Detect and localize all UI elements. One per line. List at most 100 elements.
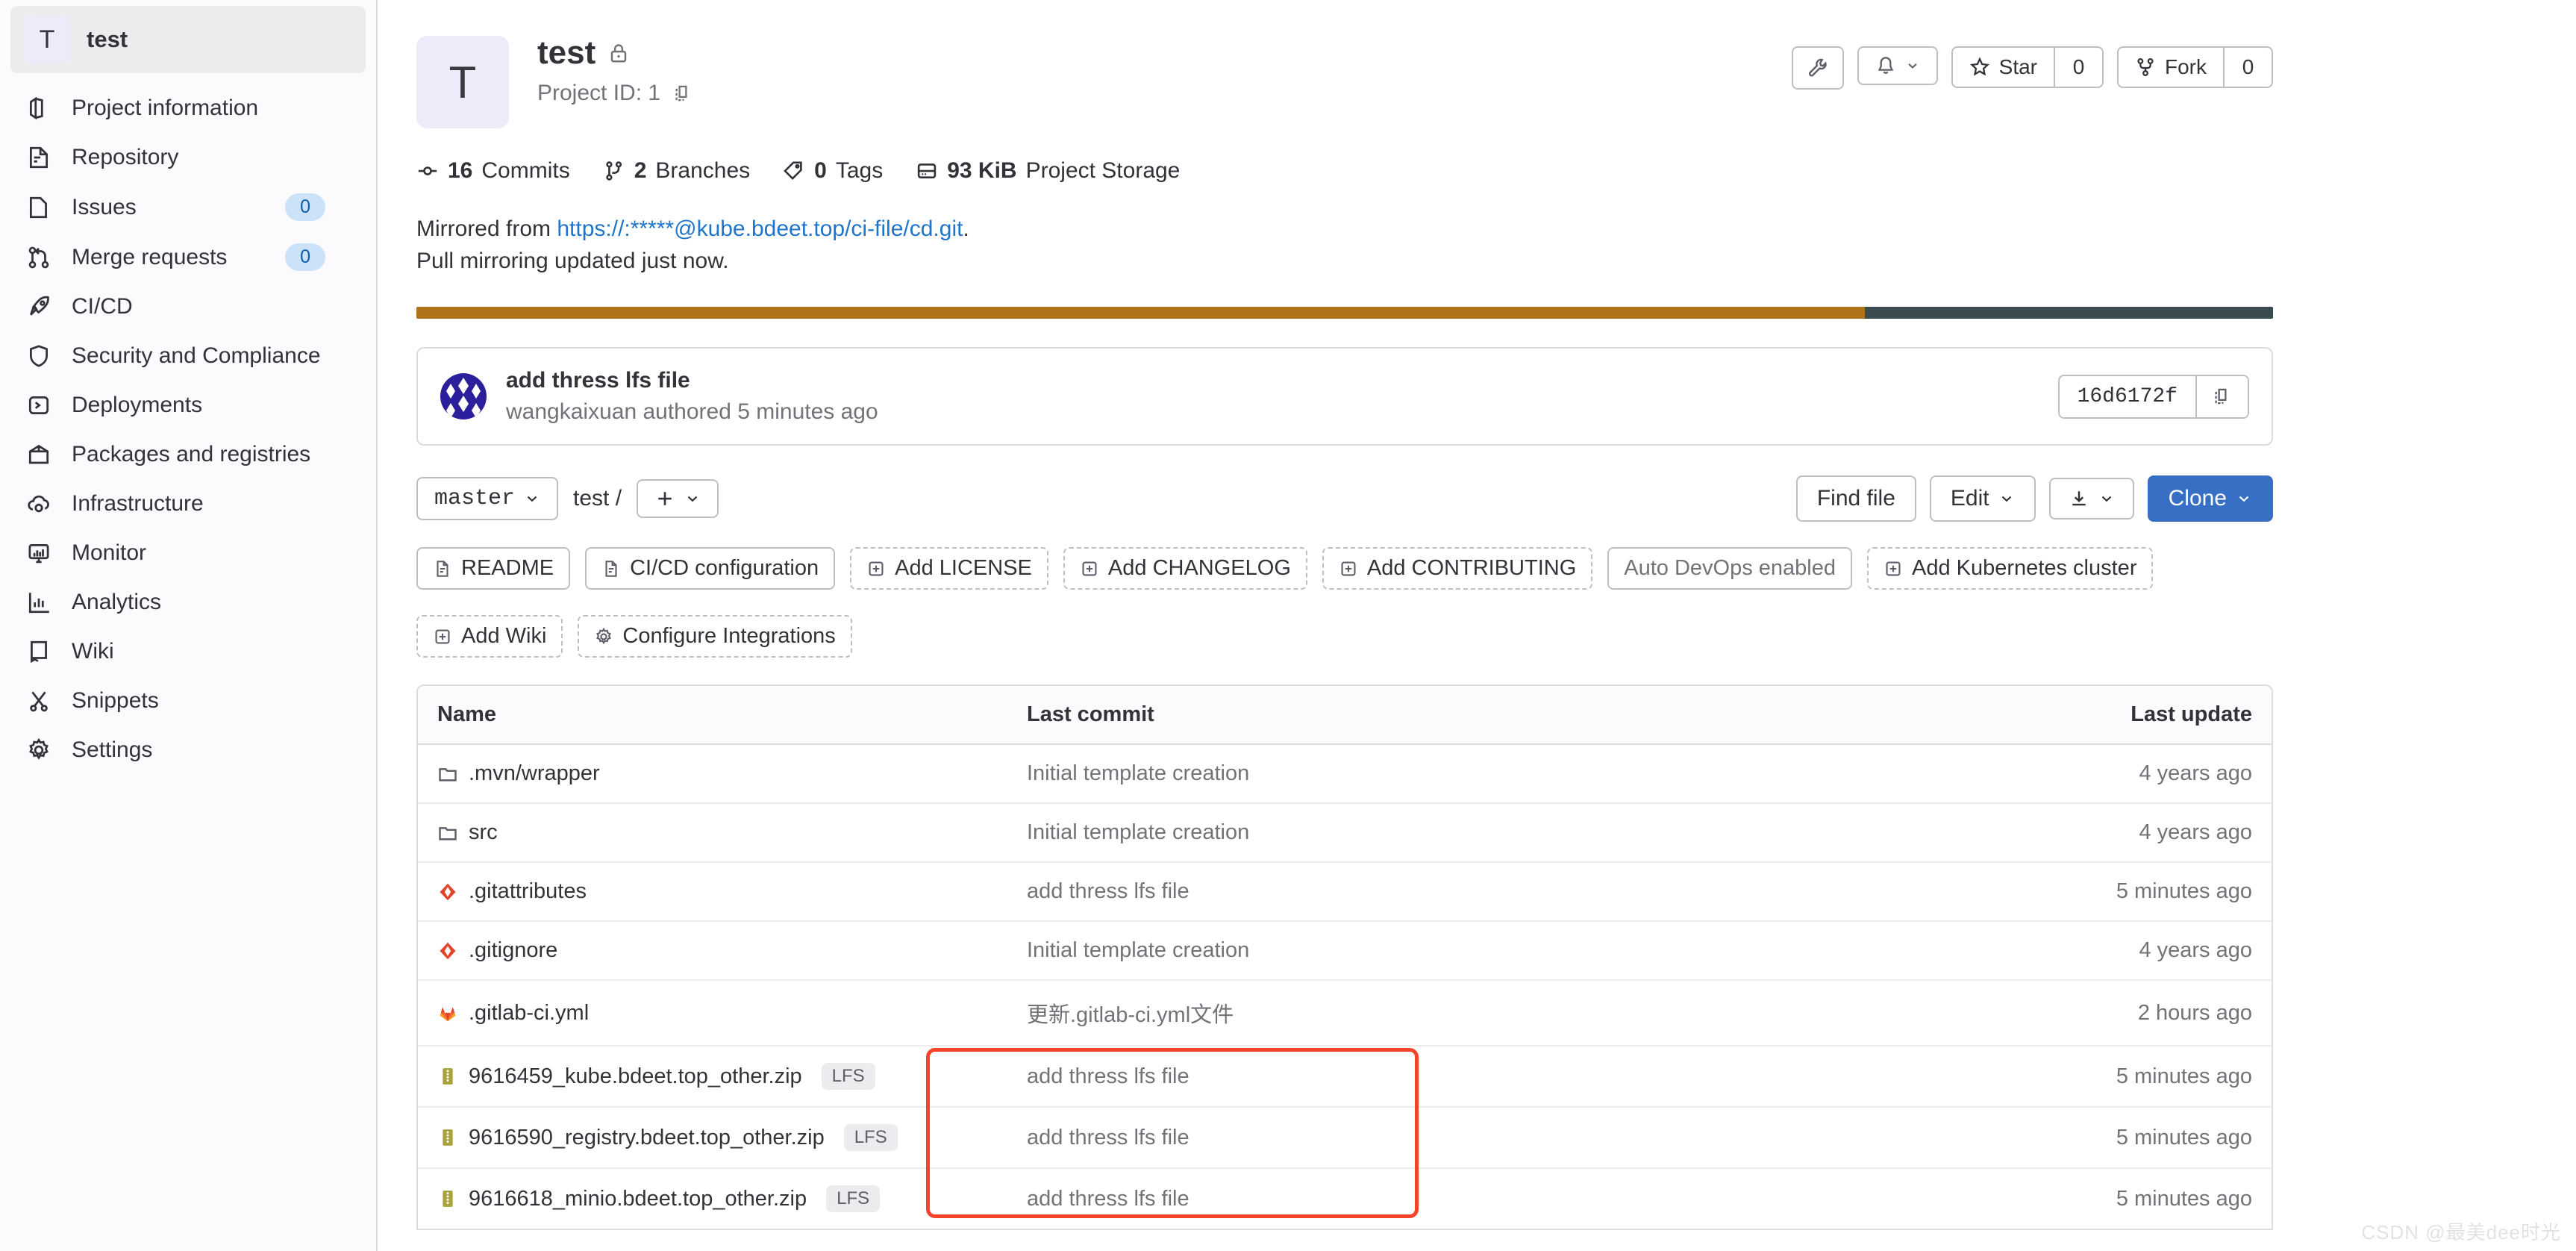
download-button[interactable] — [2048, 478, 2134, 520]
commit-cell[interactable]: Initial template creation — [1027, 938, 2006, 963]
file-name-cell[interactable]: .gitignore — [437, 938, 1027, 963]
auto-devops-status-button[interactable]: Auto DevOps enabled — [1607, 547, 1853, 590]
table-row[interactable]: 9616590_registry.bdeet.top_other.zip LFS… — [418, 1108, 2272, 1170]
file-name: .gitlab-ci.yml — [469, 1000, 590, 1025]
stat-value: 93 KiB — [947, 158, 1017, 183]
add-changelog-button[interactable]: Add CHANGELOG — [1063, 547, 1307, 590]
commit-cell[interactable]: add thress lfs file — [1027, 1064, 2006, 1089]
plus-square-icon — [1341, 561, 1356, 576]
sidebar-item-packages-and-registries[interactable]: Packages and registries — [0, 430, 376, 479]
sidebar-item-project-information[interactable]: Project information — [0, 84, 376, 133]
sidebar-item-repository[interactable]: Repository — [0, 133, 376, 182]
table-row[interactable]: .gitignore Initial template creation 4 y… — [418, 922, 2272, 982]
fork-button[interactable]: Fork — [2117, 46, 2224, 88]
branch-selector[interactable]: master — [416, 477, 559, 521]
archive-icon — [443, 1068, 453, 1085]
sidebar-item-ci-cd[interactable]: CI/CD — [0, 282, 376, 331]
commit-cell[interactable]: Initial template creation — [1027, 820, 2006, 845]
find-file-button[interactable]: Find file — [1795, 475, 1916, 522]
cloud-gear-icon — [25, 490, 52, 517]
copy-icon[interactable] — [672, 83, 693, 104]
quick-action-label: CI/CD configuration — [630, 556, 819, 581]
file-name-cell[interactable]: .gitlab-ci.yml — [437, 1001, 1027, 1026]
sidebar-item-snippets[interactable]: Snippets — [0, 676, 376, 726]
stat-storage[interactable]: 93 KiB Project Storage — [916, 158, 1180, 184]
sidebar-item-settings[interactable]: Settings — [0, 726, 376, 775]
file-name-cell[interactable]: 9616459_kube.bdeet.top_other.zip LFS — [437, 1063, 1027, 1091]
sidebar-project-header[interactable]: T test — [10, 6, 366, 73]
add-to-repo-button[interactable] — [637, 479, 719, 519]
archive-icon — [443, 1191, 453, 1208]
chevron-down-icon — [687, 496, 698, 502]
readme-button[interactable]: README — [416, 547, 571, 590]
sidebar-item-monitor[interactable]: Monitor — [0, 528, 376, 578]
download-icon — [2072, 491, 2086, 506]
quick-actions: README CI/CD configuration Add LICENSE A… — [416, 547, 2273, 590]
update-cell: 5 minutes ago — [2116, 1186, 2252, 1211]
table-row[interactable]: 9616459_kube.bdeet.top_other.zip LFS add… — [418, 1046, 2272, 1108]
sidebar-item-label: Analytics — [72, 590, 162, 614]
sidebar-item-merge-requests[interactable]: Merge requests 0 — [0, 232, 376, 282]
sidebar-item-infrastructure[interactable]: Infrastructure — [0, 479, 376, 528]
breadcrumb[interactable]: test / — [573, 486, 622, 511]
mirror-url-link[interactable]: https://:*****@kube.bdeet.top/ci-file/cd… — [557, 216, 963, 241]
sidebar-item-wiki[interactable]: Wiki — [0, 627, 376, 676]
repo-toolbar: master test / Find file Edit Clone — [416, 475, 2273, 522]
commit-message[interactable]: add thress lfs file — [506, 368, 878, 393]
sidebar-item-deployments[interactable]: Deployments — [0, 381, 376, 430]
commit-cell[interactable]: Initial template creation — [1027, 761, 2006, 786]
file-name-cell[interactable]: src — [437, 820, 1027, 845]
add-kubernetes-cluster-button[interactable]: Add Kubernetes cluster — [1867, 547, 2154, 590]
scissors-icon — [25, 687, 52, 714]
file-name-cell[interactable]: .gitattributes — [437, 879, 1027, 904]
stat-commits[interactable]: 16 Commits — [416, 158, 570, 184]
file-name-cell[interactable]: 9616618_minio.bdeet.top_other.zip LFS — [437, 1185, 1027, 1213]
file-name-cell[interactable]: .mvn/wrapper — [437, 761, 1027, 786]
configure-integrations-button[interactable]: Configure Integrations — [578, 615, 852, 658]
clone-button[interactable]: Clone — [2147, 475, 2273, 522]
cicd-configuration-button[interactable]: CI/CD configuration — [585, 547, 836, 590]
fork-count-button[interactable]: 0 — [2224, 46, 2273, 88]
table-row[interactable]: .mvn/wrapper Initial template creation 4… — [418, 745, 2272, 805]
branch-name: master — [434, 486, 516, 512]
table-row[interactable]: .gitattributes add thress lfs file 5 min… — [418, 863, 2272, 923]
language-segment-dockerfile[interactable] — [1864, 307, 2273, 319]
table-row[interactable]: 9616618_minio.bdeet.top_other.zip LFS ad… — [418, 1169, 2272, 1229]
stat-branches[interactable]: 2 Branches — [603, 158, 750, 184]
add-wiki-button[interactable]: Add Wiki — [416, 615, 563, 658]
update-cell: 5 minutes ago — [2116, 1064, 2252, 1088]
commit-cell[interactable]: add thress lfs file — [1027, 1187, 2006, 1211]
commit-cell[interactable]: add thress lfs file — [1027, 879, 2006, 904]
star-count-button[interactable]: 0 — [2054, 46, 2104, 88]
sidebar-item-analytics[interactable]: Analytics — [0, 578, 376, 627]
sidebar-item-security-and-compliance[interactable]: Security and Compliance — [0, 331, 376, 381]
file-name-cell[interactable]: 9616590_registry.bdeet.top_other.zip LFS — [437, 1124, 1027, 1152]
commit-cell[interactable]: add thress lfs file — [1027, 1126, 2006, 1150]
update-cell: 4 years ago — [2139, 938, 2252, 963]
stat-tags[interactable]: 0 Tags — [783, 158, 883, 184]
git-icon — [440, 883, 456, 900]
commit-cell[interactable]: 更新.gitlab-ci.yml文件 — [1027, 997, 2006, 1029]
plus-square-icon — [435, 629, 450, 644]
star-button[interactable]: Star — [1951, 46, 2054, 88]
shield-icon — [25, 343, 52, 369]
edit-button[interactable]: Edit — [1929, 475, 2036, 522]
chart-icon — [25, 589, 52, 616]
table-row[interactable]: src Initial template creation 4 years ag… — [418, 804, 2272, 864]
table-row[interactable]: .gitlab-ci.yml 更新.gitlab-ci.yml文件 2 hour… — [418, 981, 2272, 1047]
tag-icon — [784, 161, 802, 180]
language-segment-java[interactable] — [416, 307, 1865, 319]
sidebar-item-label: Repository — [72, 145, 179, 169]
star-split-button: Star 0 — [1951, 46, 2104, 88]
sidebar-item-issues[interactable]: Issues 0 — [0, 182, 376, 232]
fork-split-button: Fork 0 — [2117, 46, 2273, 88]
notifications-button[interactable] — [1857, 46, 1938, 85]
file-name: .gitignore — [469, 938, 558, 963]
commit-sha[interactable]: 16d6172f — [2059, 375, 2197, 417]
monitor-icon — [25, 540, 52, 567]
settings-wrench-button[interactable] — [1791, 46, 1844, 90]
copy-sha-icon[interactable] — [2197, 375, 2248, 417]
add-contributing-button[interactable]: Add CONTRIBUTING — [1322, 547, 1593, 590]
add-license-button[interactable]: Add LICENSE — [850, 547, 1048, 590]
file-name: 9616459_kube.bdeet.top_other.zip — [469, 1064, 802, 1088]
